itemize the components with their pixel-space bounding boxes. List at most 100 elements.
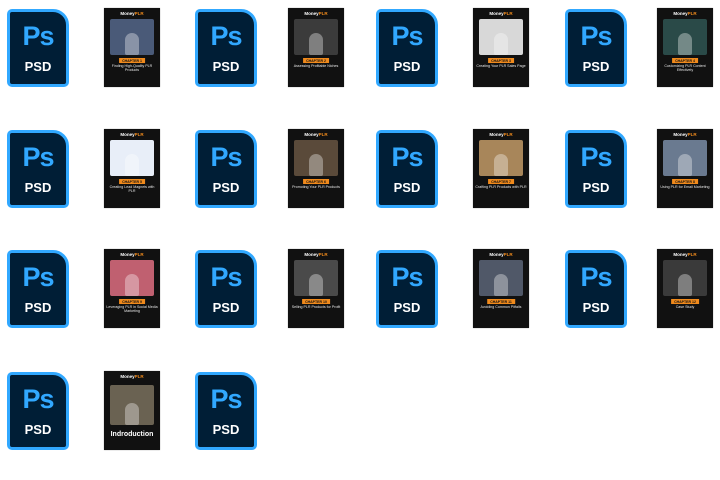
brand-logo: MoneyPLR: [288, 132, 344, 137]
cover-image: [663, 140, 707, 176]
psd-file-icon[interactable]: Ps PSD: [565, 9, 627, 87]
psd-file-icon[interactable]: Ps PSD: [376, 130, 438, 208]
brand-logo-suffix: PLR: [687, 11, 697, 16]
photoshop-logo-icon: Ps: [580, 142, 612, 172]
photoshop-logo-icon: Ps: [580, 21, 612, 51]
cover-title: Using PLR for Email Marketing: [660, 185, 710, 189]
brand-logo: MoneyPLR: [657, 11, 713, 16]
cover-figure: [125, 403, 139, 425]
brand-logo-prefix: Money: [304, 252, 319, 257]
photoshop-logo-icon: Ps: [22, 262, 54, 292]
photoshop-logo-icon: Ps: [22, 384, 54, 414]
cover-image: [663, 260, 707, 296]
psd-file-icon[interactable]: Ps PSD: [7, 9, 69, 87]
psd-file-icon[interactable]: Ps PSD: [565, 130, 627, 208]
brand-logo-suffix: PLR: [318, 252, 328, 257]
brand-logo-prefix: Money: [304, 132, 319, 137]
photoshop-logo-icon: Ps: [210, 21, 242, 51]
cover-image: [294, 140, 338, 176]
file-extension-label: PSD: [393, 59, 421, 74]
brand-logo-suffix: PLR: [318, 132, 328, 137]
cover-title: Crafting PLR Products with PLR: [475, 185, 527, 189]
cover-image: [110, 140, 154, 176]
brand-logo-prefix: Money: [120, 132, 135, 137]
brand-logo: MoneyPLR: [473, 11, 529, 16]
brand-logo: MoneyPLR: [104, 252, 160, 257]
psd-file-icon[interactable]: Ps PSD: [195, 9, 257, 87]
ebook-thumbnail[interactable]: MoneyPLR CHAPTER 5 Creating Lead Magnets w…: [104, 129, 160, 208]
ebook-thumbnail[interactable]: MoneyPLR CHAPTER 12 Case Study: [657, 249, 713, 328]
cover-image: [479, 19, 523, 55]
ebook-thumbnail[interactable]: MoneyPLR CHAPTER 1 Finding High-Quality PL…: [104, 8, 160, 87]
chapter-badge: CHAPTER 6: [303, 179, 329, 184]
photoshop-logo-icon: Ps: [22, 21, 54, 51]
brand-logo: MoneyPLR: [104, 11, 160, 16]
cover-figure: [678, 33, 692, 55]
chapter-badge: CHAPTER 9: [119, 299, 145, 304]
ebook-thumbnail[interactable]: MoneyPLR CHAPTER 10 Selling PLR Products f…: [288, 249, 344, 328]
ebook-thumbnail[interactable]: MoneyPLR CHAPTER 3 Creating Your PLR Sales…: [473, 8, 529, 87]
cover-title: Creating Lead Magnets with PLR: [109, 185, 155, 194]
file-extension-label: PSD: [24, 180, 52, 195]
brand-logo-suffix: PLR: [687, 132, 697, 137]
cover-figure: [125, 154, 139, 176]
photoshop-logo-icon: Ps: [210, 142, 242, 172]
brand-logo-suffix: PLR: [134, 374, 144, 379]
chapter-badge: CHAPTER 12: [671, 299, 699, 304]
file-extension-label: PSD: [24, 422, 52, 437]
photoshop-logo-icon: Ps: [210, 384, 242, 414]
brand-logo-prefix: Money: [120, 11, 135, 16]
brand-logo: MoneyPLR: [104, 132, 160, 137]
ebook-thumbnail[interactable]: MoneyPLR CHAPTER 9 Leveraging PLR in Socia…: [104, 249, 160, 328]
brand-logo-prefix: Money: [120, 374, 135, 379]
psd-file-icon[interactable]: Ps PSD: [376, 9, 438, 87]
chapter-badge: CHAPTER 11: [487, 299, 515, 304]
chapter-badge: CHAPTER 7: [488, 179, 514, 184]
file-extension-label: PSD: [24, 300, 52, 315]
brand-logo: MoneyPLR: [473, 132, 529, 137]
cover-figure: [125, 33, 139, 55]
cover-image: [663, 19, 707, 55]
psd-file-icon[interactable]: Ps PSD: [376, 250, 438, 328]
psd-file-icon[interactable]: Ps PSD: [7, 130, 69, 208]
cover-title: Case Study: [675, 305, 695, 309]
chapter-badge: CHAPTER 8: [672, 179, 698, 184]
ebook-thumbnail[interactable]: MoneyPLR CHAPTER 7 Crafting PLR Products w…: [473, 129, 529, 208]
psd-file-icon[interactable]: Ps PSD: [195, 372, 257, 450]
file-extension-label: PSD: [393, 180, 421, 195]
cover-figure: [494, 33, 508, 55]
brand-logo: MoneyPLR: [473, 252, 529, 257]
brand-logo-prefix: Money: [120, 252, 135, 257]
file-extension-label: PSD: [24, 59, 52, 74]
ebook-thumbnail[interactable]: MoneyPLR CHAPTER 2 Assessing Profitable Ni…: [288, 8, 344, 87]
ebook-thumbnail[interactable]: MoneyPLR CHAPTER 8 Using PLR for Email Mar…: [657, 129, 713, 208]
chapter-badge: CHAPTER 3: [488, 58, 514, 63]
brand-logo-prefix: Money: [304, 11, 319, 16]
cover-title: Leveraging PLR in Social Media Marketing: [106, 305, 158, 314]
chapter-badge: CHAPTER 2: [303, 58, 329, 63]
ebook-thumbnail[interactable]: MoneyPLR CHAPTER 6 Promoting Your PLR Prod…: [288, 129, 344, 208]
ebook-thumbnail[interactable]: MoneyPLR CHAPTER 4 Customizing PLR Content…: [657, 8, 713, 87]
cover-title: Creating Your PLR Sales Page: [476, 64, 526, 68]
psd-file-icon[interactable]: Ps PSD: [7, 372, 69, 450]
cover-title: Indroduction: [110, 431, 154, 438]
ebook-thumbnail[interactable]: MoneyPLR Indroduction: [104, 371, 160, 450]
file-extension-label: PSD: [582, 300, 610, 315]
brand-logo-suffix: PLR: [134, 252, 144, 257]
psd-file-icon[interactable]: Ps PSD: [195, 130, 257, 208]
psd-file-icon[interactable]: Ps PSD: [565, 250, 627, 328]
cover-figure: [309, 274, 323, 296]
brand-logo: MoneyPLR: [288, 11, 344, 16]
psd-file-icon[interactable]: Ps PSD: [195, 250, 257, 328]
file-extension-label: PSD: [212, 300, 240, 315]
brand-logo-prefix: Money: [673, 132, 688, 137]
cover-title: Avoiding Common Pitfalls: [480, 305, 522, 309]
brand-logo: MoneyPLR: [288, 252, 344, 257]
cover-image: [294, 260, 338, 296]
ebook-thumbnail[interactable]: MoneyPLR CHAPTER 11 Avoiding Common Pitfal…: [473, 249, 529, 328]
brand-logo-prefix: Money: [673, 11, 688, 16]
chapter-badge: CHAPTER 10: [302, 299, 330, 304]
cover-figure: [494, 154, 508, 176]
brand-logo-prefix: Money: [489, 252, 504, 257]
psd-file-icon[interactable]: Ps PSD: [7, 250, 69, 328]
